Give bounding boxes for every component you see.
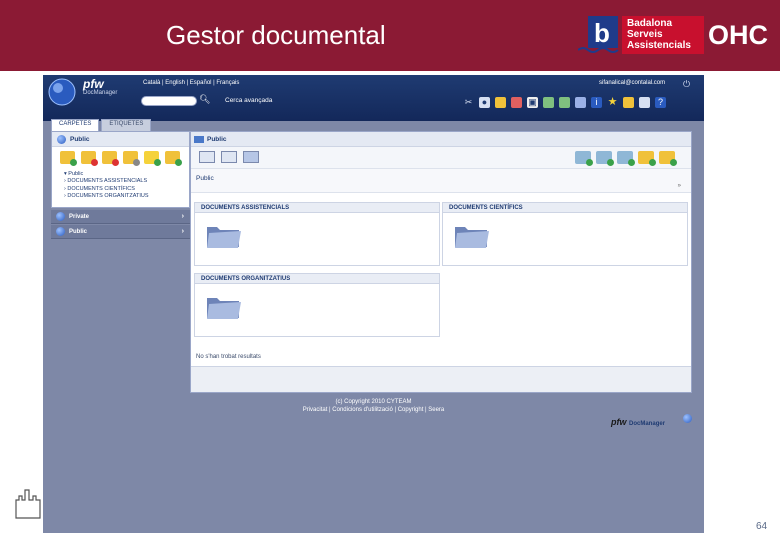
- folder-card-title: DOCUMENTS ORGANITZATIUS: [195, 274, 439, 284]
- tools-icon[interactable]: ✂: [463, 97, 474, 108]
- footer-links[interactable]: Privacitat | Condicions d'utilització | …: [43, 407, 704, 413]
- ohc-logo: OHC: [708, 20, 768, 48]
- tree-item[interactable]: › DOCUMENTS ORGANITZATIUS: [64, 193, 149, 200]
- app-brand: pfw: [83, 77, 104, 91]
- folder-card-assistencials[interactable]: DOCUMENTS ASSISTENCIALS: [194, 202, 440, 266]
- footer-brand-name: pfw: [611, 417, 627, 427]
- globe-icon: [56, 212, 65, 221]
- detail-view-icon[interactable]: [221, 151, 237, 163]
- add-folder-icon[interactable]: [60, 151, 77, 166]
- badalona-serveis-logo: Badalona Serveis Assistencials: [622, 16, 704, 54]
- folder-card-cientifics[interactable]: DOCUMENTS CIENTÍFICS: [442, 202, 688, 266]
- share-folder-icon[interactable]: [165, 151, 182, 166]
- pfw-globe-icon: [48, 78, 76, 106]
- delete-folder-icon[interactable]: [102, 151, 119, 166]
- content-footer: [191, 366, 691, 392]
- expand-icon[interactable]: »: [678, 183, 681, 189]
- search-input[interactable]: [141, 96, 197, 106]
- side-tabs: CARPETES ETIQUETES: [51, 119, 152, 131]
- language-links[interactable]: Català | English | Español | Français: [143, 80, 239, 86]
- section-public-label: Public: [69, 229, 88, 235]
- star-icon[interactable]: ★: [607, 96, 618, 108]
- logout-icon[interactable]: ⏻: [683, 79, 690, 90]
- tag-icon[interactable]: [511, 96, 522, 108]
- footer-brand-sub: DocManager: [629, 421, 666, 427]
- folder-content-panel: Public Public » DOCUMENTS ASSISTENCIALS …: [190, 131, 692, 393]
- slide-header: Gestor documental b Badalona Serveis Ass…: [0, 0, 780, 71]
- content-title: Public: [207, 136, 227, 143]
- help-icon[interactable]: ?: [655, 96, 666, 108]
- folder-card-organitzatius[interactable]: DOCUMENTS ORGANITZATIUS: [194, 273, 440, 337]
- folder-card-title: DOCUMENTS ASSISTENCIALS: [195, 203, 439, 213]
- section-public[interactable]: Public ›: [51, 225, 190, 239]
- content-header: Public: [191, 132, 691, 147]
- folder-icon[interactable]: [495, 96, 506, 108]
- folder-icon: [207, 227, 241, 248]
- folder-icon: [207, 298, 241, 319]
- slide-title: Gestor documental: [166, 20, 386, 50]
- chevron-right-icon: ›: [181, 213, 184, 220]
- disk-icon[interactable]: ●: [479, 96, 490, 108]
- folder-actions: [60, 151, 182, 166]
- folder-icon: [455, 227, 489, 248]
- new-folder-icon[interactable]: [623, 96, 634, 108]
- chevron-right-icon: ›: [181, 228, 184, 235]
- folder-settings-icon[interactable]: [123, 151, 140, 166]
- comments-icon[interactable]: [559, 96, 570, 108]
- app-toolbar: ✂ ● ▣ i ★ ?: [463, 95, 666, 109]
- copyright-text: (c) Copyright 2010 CYTEAM: [335, 399, 412, 405]
- badalona-b-logo: b: [578, 16, 619, 53]
- share-folder-icon[interactable]: [659, 151, 677, 166]
- folder-card-title: DOCUMENTS CIENTÍFICS: [443, 203, 687, 213]
- tree-item[interactable]: › DOCUMENTS ASSISTENCIALS: [64, 178, 149, 185]
- chat-icon[interactable]: [543, 96, 554, 108]
- breadcrumb-bar: Public »: [191, 169, 691, 193]
- docmanager-screenshot: pfw DocManager Català | English | Españo…: [43, 75, 704, 533]
- section-private[interactable]: Private ›: [51, 210, 190, 224]
- link-document-icon[interactable]: [617, 151, 635, 166]
- scan-document-icon[interactable]: [596, 151, 614, 166]
- tab-carpetes[interactable]: CARPETES: [51, 119, 100, 131]
- user-email: sifanalical@contalal.com: [599, 80, 666, 86]
- content-actions: [575, 151, 677, 166]
- search-icon[interactable]: 🔍︎: [199, 94, 210, 105]
- slide: Gestor documental b Badalona Serveis Ass…: [0, 0, 780, 540]
- folder-tree: ▾ Public › DOCUMENTS ASSISTENCIALS › DOC…: [64, 171, 149, 201]
- folder-tree-title: Public: [70, 136, 90, 143]
- list-view-icon[interactable]: [199, 151, 215, 163]
- document-icon[interactable]: [639, 96, 650, 108]
- page-number: 64: [756, 521, 768, 532]
- logo-line-3: Assistencials: [627, 40, 691, 51]
- section-private-label: Private: [69, 214, 90, 220]
- logo-line-1: Badalona: [627, 18, 673, 29]
- camera-icon[interactable]: ▣: [527, 96, 538, 108]
- app-topbar: pfw DocManager Català | English | Españo…: [43, 75, 704, 121]
- castle-icon: [15, 489, 41, 519]
- messages-icon[interactable]: [575, 96, 586, 108]
- tab-etiquetes[interactable]: ETIQUETES: [101, 119, 152, 131]
- upload-document-icon[interactable]: [575, 151, 593, 166]
- globe-icon: [56, 227, 65, 236]
- tree-item[interactable]: › DOCUMENTS CIENTÍFICS: [64, 186, 149, 193]
- tree-item-root[interactable]: ▾ Public: [64, 171, 149, 178]
- svg-text:OHC: OHC: [708, 20, 768, 48]
- globe-icon: [57, 135, 66, 144]
- folder-tree-header: Public: [52, 132, 189, 147]
- new-folder-icon[interactable]: [638, 151, 656, 166]
- globe-icon: [683, 414, 692, 423]
- status-text: No s'han trobat resultats: [196, 354, 261, 360]
- folder-tree-panel: Public ▾ Public › DOCUMENTS ASSISTENCIAL…: [51, 131, 190, 208]
- edit-folder-icon[interactable]: [81, 151, 98, 166]
- info-icon[interactable]: i: [591, 96, 602, 108]
- content-toolbar: [191, 147, 691, 169]
- favorite-folder-icon[interactable]: [144, 151, 161, 166]
- svg-text:b: b: [594, 18, 610, 48]
- folder-view-icon[interactable]: [243, 151, 259, 163]
- logo-line-2: Serveis: [627, 29, 663, 40]
- footer-brand: pfw DocManager: [611, 417, 665, 427]
- advanced-search-link[interactable]: Cerca avançada: [225, 97, 272, 104]
- folder-icon: [194, 136, 204, 143]
- breadcrumb[interactable]: Public: [196, 175, 214, 182]
- app-brand-sub: DocManager: [83, 90, 118, 96]
